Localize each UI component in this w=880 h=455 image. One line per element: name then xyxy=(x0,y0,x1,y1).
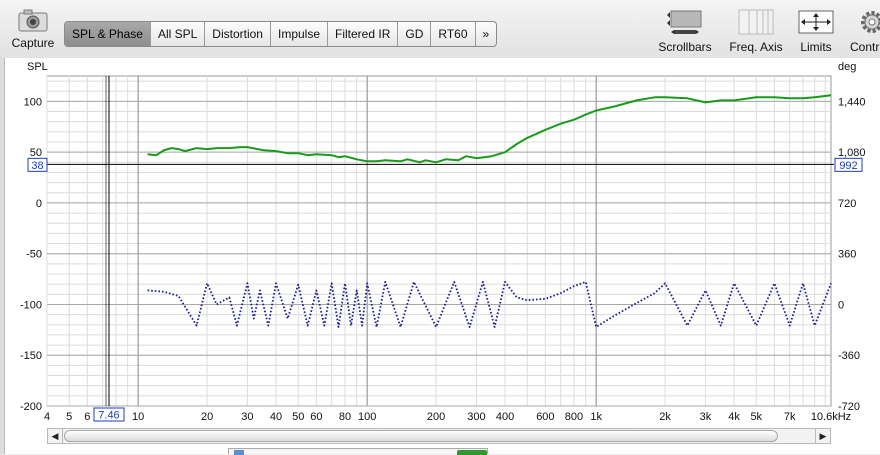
y-tick-label: -100 xyxy=(20,299,42,311)
x-tick-label: 600 xyxy=(536,411,554,423)
x-tick-label: 5 xyxy=(66,411,72,423)
x-tick-label: 7k xyxy=(784,411,796,423)
x-tick-label: 3k xyxy=(700,411,712,423)
y-tick-label: -50 xyxy=(26,249,42,261)
y2-tick-label: 360 xyxy=(838,249,856,261)
x-tick-label: 100 xyxy=(358,411,376,423)
x-tick-label: 800 xyxy=(565,411,583,423)
x-tick-label: 6 xyxy=(84,411,90,423)
x-tick-label: 1k xyxy=(590,411,602,423)
cursor-right-readout: 992 xyxy=(839,160,857,172)
y-tick-label: -200 xyxy=(20,401,42,413)
spl-phase-chart[interactable]: 4 5 6 10 20 30 40 50 60 80 100 200 300 400 600 800 1k 2k 3… xyxy=(0,0,880,454)
x-tick-label: 200 xyxy=(427,411,445,423)
x-tick-label: 400 xyxy=(496,411,514,423)
x-tick-label: 80 xyxy=(339,411,351,423)
y2-tick-label: -720 xyxy=(838,401,860,413)
y-tick-label: 50 xyxy=(30,147,42,159)
x-tick-label: 60 xyxy=(310,411,322,423)
x-tick-label: 4 xyxy=(44,411,50,423)
y-tick-label: -150 xyxy=(20,350,42,362)
cursor-x-readout: 7.46 xyxy=(98,410,119,422)
scroll-left-arrow-icon[interactable]: ◀ xyxy=(48,429,63,443)
x-tick-label: 30 xyxy=(241,411,253,423)
x-tick-label: 20 xyxy=(201,411,213,423)
y-tick-label: 0 xyxy=(36,198,42,210)
bottom-panel-edge xyxy=(228,448,488,455)
x-tick-label: 50 xyxy=(292,411,304,423)
x-tick-label: 10 xyxy=(132,411,144,423)
plot-area[interactable] xyxy=(46,75,832,407)
x-tick-label: 5k xyxy=(750,411,762,423)
x-tick-label: 40 xyxy=(270,411,282,423)
scroll-right-arrow-icon[interactable]: ▶ xyxy=(815,429,830,443)
y2-tick-label: -360 xyxy=(838,350,860,362)
y2-tick-label: 720 xyxy=(838,198,856,210)
y2-tick-label: 1,080 xyxy=(838,147,866,159)
horizontal-scrollbar[interactable]: ◀ ▶ xyxy=(47,428,831,444)
y-tick-label: 100 xyxy=(24,96,42,108)
cursor-left-readout: 38 xyxy=(31,160,43,172)
x-tick-label: 4k xyxy=(728,411,740,423)
x-tick-label: 300 xyxy=(467,411,485,423)
bottom-color-swatch[interactable] xyxy=(457,450,487,455)
y2-tick-label: 0 xyxy=(838,299,844,311)
y2-tick-label: 1,440 xyxy=(838,96,866,108)
x-tick-label: 2k xyxy=(659,411,671,423)
bottom-checkbox[interactable] xyxy=(234,450,244,455)
scrollbar-thumb[interactable] xyxy=(64,430,778,442)
